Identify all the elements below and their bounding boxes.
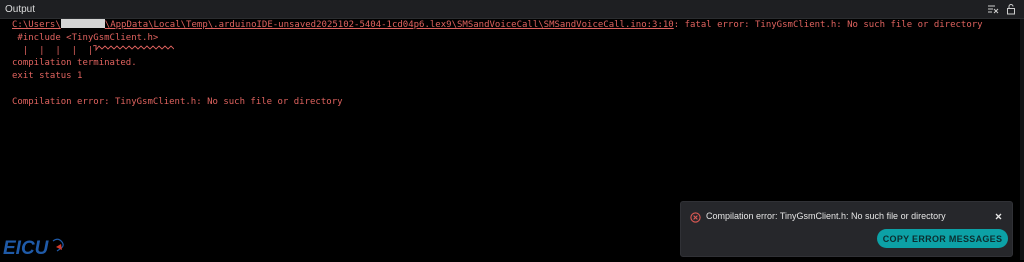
- clear-output-icon[interactable]: [987, 3, 999, 15]
- console-line-caret: | | | | |: [12, 44, 1024, 58]
- console-line-compilation-error: Compilation error: TinyGsmClient.h: No s…: [12, 96, 343, 107]
- console-line-exit-status: exit status 1: [12, 71, 83, 82]
- path-suffix: \AppData\Local\Temp\.arduinoIDE-unsaved2…: [104, 20, 674, 30]
- output-panel-title: Output: [5, 3, 36, 15]
- console-line-error-path: C:\Users\ \AppData\Local\Temp\.arduinoIDE…: [12, 19, 1024, 32]
- redacted-username: [60, 19, 105, 28]
- lock-scroll-icon[interactable]: [1005, 3, 1017, 15]
- output-panel-header: Output: [0, 0, 1024, 19]
- close-icon[interactable]: [993, 209, 1004, 220]
- console-line-include: #include <TinyGsmClient.h>: [12, 32, 159, 43]
- error-file-link[interactable]: C:\Users\ \AppData\Local\Temp\.arduinoIDE…: [12, 19, 674, 30]
- output-header-actions: [987, 3, 1024, 15]
- eicu-logo: EICU: [2, 235, 74, 259]
- console-pipes: | | | | |: [12, 45, 94, 56]
- path-prefix: C:\Users\: [12, 20, 61, 30]
- error-notification: Compilation error: TinyGsmClient.h: No s…: [680, 201, 1013, 257]
- console-line-terminated: compilation terminated.: [12, 58, 137, 69]
- error-squiggle: [93, 44, 175, 56]
- notification-message: Compilation error: TinyGsmClient.h: No s…: [706, 211, 946, 221]
- output-scrollbar[interactable]: [1020, 19, 1024, 260]
- svg-text:EICU: EICU: [3, 238, 50, 257]
- copy-error-messages-button[interactable]: COPY ERROR MESSAGES: [877, 229, 1008, 248]
- error-circle-icon: [690, 210, 701, 223]
- fatal-error-text: : fatal error: TinyGsmClient.h: No such …: [673, 20, 983, 30]
